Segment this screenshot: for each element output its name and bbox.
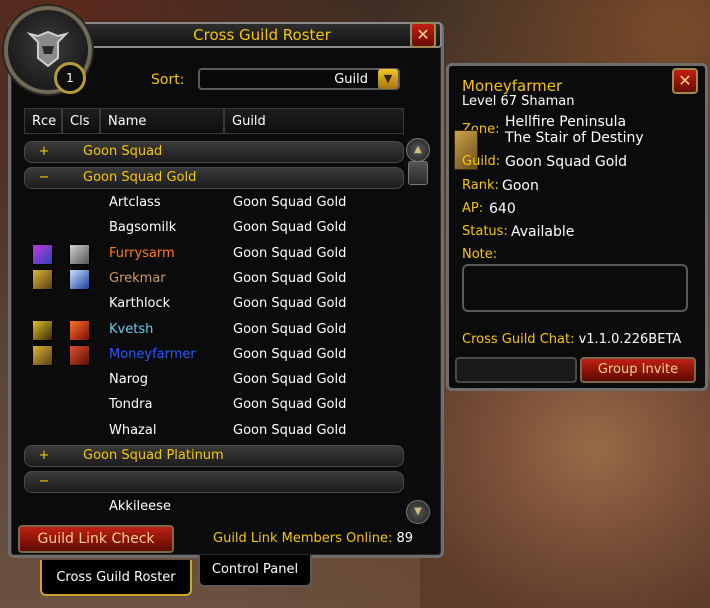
column-header-guild[interactable]: Guild [224, 108, 404, 134]
online-label: Guild Link Members Online: [213, 531, 393, 546]
status-label: Status: [462, 224, 508, 239]
column-header-name[interactable]: Name [100, 108, 224, 134]
member-name: Tondra [109, 397, 153, 413]
detail-level: Level 67 Shaman [462, 94, 575, 109]
table-row[interactable]: Kvetsh Goon Squad Gold [24, 317, 402, 342]
rank-value: Goon [502, 178, 539, 194]
ap-label: AP: [462, 201, 484, 216]
zone-value-line2: The Stair of Destiny [505, 130, 644, 146]
whisper-input[interactable] [455, 357, 577, 383]
table-row[interactable]: Narog Goon Squad Gold [24, 367, 402, 392]
member-guild: Goon Squad Gold [233, 346, 347, 362]
column-header-race[interactable]: Rce [24, 108, 62, 134]
member-name: Kvetsh [109, 321, 154, 337]
dwarf-icon [32, 344, 53, 366]
sort-dropdown[interactable]: Guild [198, 68, 400, 90]
draenei-icon [32, 243, 53, 265]
member-guild: Goon Squad Gold [233, 296, 347, 312]
member-name: Furrysarm [109, 245, 175, 261]
table-row[interactable]: Whazal Goon Squad Gold [24, 418, 402, 443]
scroll-thumb[interactable] [408, 161, 428, 185]
rank-label: Rank: [462, 178, 499, 193]
expand-icon[interactable]: + [37, 446, 51, 465]
dwarf-icon [32, 268, 53, 290]
guild-label: Guild: [462, 154, 501, 169]
member-guild: Goon Squad Gold [233, 220, 347, 236]
guild-value: Goon Squad Gold [505, 154, 628, 170]
member-guild: Goon Squad Gold [233, 245, 347, 261]
detail-name: Moneyfarmer [462, 77, 563, 95]
member-guild: Goon Squad Gold [233, 270, 347, 286]
member-name: Whazal [109, 422, 157, 438]
guild-link-check-button[interactable]: Guild Link Check [18, 525, 174, 553]
table-row[interactable]: Furrysarm Goon Squad Gold [24, 241, 402, 266]
zone-value-line1: Hellfire Peninsula [505, 114, 627, 130]
group-name: Goon Squad Gold [83, 170, 197, 185]
chevron-down-icon[interactable]: ▼ [378, 69, 398, 89]
window-title: Cross Guild Roster [82, 22, 442, 48]
table-row[interactable]: Bagsomilk Goon Squad Gold [24, 215, 402, 240]
collapse-icon[interactable]: − [37, 472, 51, 491]
member-name: Grekmar [109, 270, 166, 286]
group-row[interactable]: − Goon Squad Gold [24, 167, 404, 189]
table-row[interactable]: Moneyfarmer Goon Squad Gold [24, 342, 402, 367]
chat-label: Cross Guild Chat: [462, 332, 575, 347]
scrollbar[interactable] [404, 138, 430, 522]
sort-label: Sort: [151, 72, 185, 88]
background-terrain [420, 380, 710, 608]
roster-close-button[interactable]: ✕ [410, 22, 436, 48]
online-count: 89 [396, 531, 414, 546]
mage-icon [69, 319, 90, 341]
group-name: Goon Squad [83, 144, 163, 159]
note-field[interactable] [462, 264, 688, 312]
chat-version: Cross Guild Chat: v1.1.0.226BETA [462, 332, 681, 347]
member-guild: Goon Squad Gold [233, 372, 347, 388]
notification-badge: 1 [54, 62, 86, 94]
table-row[interactable]: Karthlock Goon Squad Gold [24, 291, 402, 316]
gnome-icon [32, 319, 53, 341]
member-guild: Goon Squad Gold [233, 195, 347, 210]
warrior-icon [69, 268, 90, 290]
table-row[interactable]: Artclass Goon Squad Gold [24, 190, 402, 215]
group-row[interactable]: + Goon Squad [24, 141, 404, 163]
ap-value: 640 [489, 201, 516, 217]
shaman-icon [69, 344, 90, 366]
member-guild: Goon Squad Gold [233, 397, 347, 413]
druid-icon [69, 243, 90, 265]
member-guild: Goon Squad Gold [233, 321, 347, 337]
table-row[interactable]: Tondra Goon Squad Gold [24, 392, 402, 417]
member-name: Bagsomilk [109, 220, 177, 236]
group-row[interactable]: + Goon Squad Platinum [24, 445, 404, 467]
column-header-class[interactable]: Cls [62, 108, 100, 134]
table-row[interactable]: Akkileese [24, 494, 402, 519]
online-status: Guild Link Members Online: 89 [213, 531, 413, 546]
scroll-down-icon[interactable]: ▼ [406, 500, 430, 524]
group-invite-button[interactable]: Group Invite [580, 357, 696, 383]
member-guild: Goon Squad Gold [233, 422, 347, 438]
group-name: Goon Squad Platinum [83, 448, 224, 463]
collapse-icon[interactable]: − [37, 168, 51, 187]
group-row[interactable]: − [24, 471, 404, 493]
note-label: Note: [462, 247, 498, 262]
expand-icon[interactable]: + [37, 142, 51, 161]
member-name: Artclass [109, 195, 161, 210]
tab-control-panel[interactable]: Control Panel [198, 555, 312, 587]
member-name: Karthlock [109, 296, 171, 312]
scroll-up-icon[interactable]: ▲ [406, 138, 430, 162]
member-name: Moneyfarmer [109, 346, 196, 362]
status-value: Available [511, 224, 575, 240]
member-name: Akkileese [109, 499, 171, 514]
chat-version-value: v1.1.0.226BETA [578, 332, 682, 347]
table-row[interactable]: Grekmar Goon Squad Gold [24, 266, 402, 291]
member-name: Narog [109, 372, 148, 388]
tab-cross-guild-roster[interactable]: Cross Guild Roster [40, 560, 192, 596]
detail-close-button[interactable]: ✕ [672, 68, 698, 94]
